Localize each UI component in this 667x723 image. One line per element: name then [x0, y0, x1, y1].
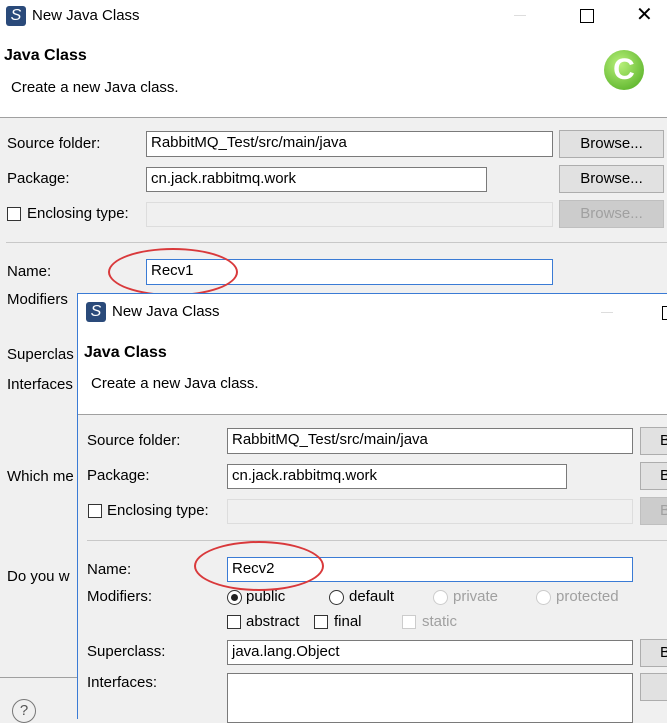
- radio-protected-label: protected: [556, 588, 619, 605]
- divider: [78, 414, 667, 415]
- source-folder-label: Source folder:: [7, 135, 101, 152]
- window-title: New Java Class: [32, 7, 140, 24]
- radio-default-label: default: [349, 588, 395, 605]
- abstract-label: abstract: [246, 613, 300, 630]
- eclipse-logo-icon: S: [6, 6, 26, 26]
- comments-label: Do you w: [7, 568, 70, 585]
- annotation-circle: [194, 541, 324, 591]
- radio-default[interactable]: [329, 590, 344, 605]
- radio-private-label: private: [453, 588, 499, 605]
- source-folder-input[interactable]: RabbitMQ_Test/src/main/java: [146, 131, 553, 157]
- help-icon[interactable]: ?: [12, 699, 36, 723]
- interfaces-label: Interfaces: [7, 376, 73, 393]
- header-description: Create a new Java class.: [91, 375, 259, 392]
- radio-private[interactable]: [433, 590, 448, 605]
- eclipse-logo-icon: S: [86, 302, 106, 322]
- browse-package-button[interactable]: Browse...: [559, 165, 664, 193]
- source-folder-label: Source folder:: [87, 432, 181, 449]
- minimize-icon[interactable]: [514, 15, 526, 16]
- superclass-label: Superclass:: [87, 643, 166, 660]
- abstract-checkbox[interactable]: [227, 615, 241, 629]
- package-input[interactable]: cn.jack.rabbitmq.work: [227, 464, 567, 489]
- header-description: Create a new Java class.: [11, 79, 179, 96]
- browse-superclass-button[interactable]: B: [640, 639, 667, 667]
- divider: [87, 540, 667, 541]
- divider: [0, 677, 77, 678]
- enclosing-type-input[interactable]: [146, 202, 553, 227]
- method-stubs-label: Which me: [7, 468, 74, 485]
- enclosing-type-label: Enclosing type:: [107, 502, 209, 519]
- final-label: final: [334, 613, 362, 630]
- source-folder-input[interactable]: RabbitMQ_Test/src/main/java: [227, 428, 633, 454]
- window-title: New Java Class: [112, 303, 220, 320]
- java-class-icon: C: [604, 50, 644, 90]
- minimize-icon[interactable]: [601, 312, 613, 313]
- superclass-input[interactable]: java.lang.Object: [227, 640, 633, 665]
- header-title: Java Class: [4, 47, 87, 64]
- interfaces-list[interactable]: [227, 673, 633, 723]
- add-interface-button[interactable]: [640, 673, 667, 701]
- browse-enclosing-button[interactable]: Browse...: [559, 200, 664, 228]
- browse-enclosing-button[interactable]: B: [640, 497, 667, 525]
- package-label: Package:: [7, 170, 70, 187]
- name-label: Name:: [7, 263, 52, 280]
- radio-protected[interactable]: [536, 590, 551, 605]
- name-label: Name:: [87, 561, 132, 578]
- close-icon[interactable]: ✕: [636, 2, 653, 27]
- maximize-icon[interactable]: [662, 306, 667, 320]
- browse-source-button[interactable]: Browse...: [559, 130, 664, 158]
- modifiers-label: Modifiers: [7, 291, 68, 308]
- radio-public[interactable]: [227, 590, 242, 605]
- maximize-icon[interactable]: [580, 9, 594, 23]
- enclosing-type-input[interactable]: [227, 499, 633, 524]
- divider: [6, 242, 667, 243]
- package-input[interactable]: cn.jack.rabbitmq.work: [146, 167, 487, 192]
- final-checkbox[interactable]: [314, 615, 328, 629]
- header-title: Java Class: [84, 344, 167, 361]
- enclosing-type-label: Enclosing type:: [27, 205, 129, 222]
- static-checkbox[interactable]: [402, 615, 416, 629]
- package-label: Package:: [87, 467, 150, 484]
- browse-source-button[interactable]: B: [640, 427, 667, 455]
- enclosing-type-checkbox[interactable]: [7, 207, 21, 221]
- browse-package-button[interactable]: B: [640, 462, 667, 490]
- annotation-circle: [108, 248, 238, 296]
- interfaces-label: Interfaces:: [87, 674, 158, 691]
- enclosing-type-checkbox[interactable]: [88, 504, 102, 518]
- modifiers-label: Modifiers:: [87, 588, 153, 605]
- superclass-label: Superclas: [7, 346, 74, 363]
- divider: [0, 117, 667, 118]
- static-label: static: [422, 613, 458, 630]
